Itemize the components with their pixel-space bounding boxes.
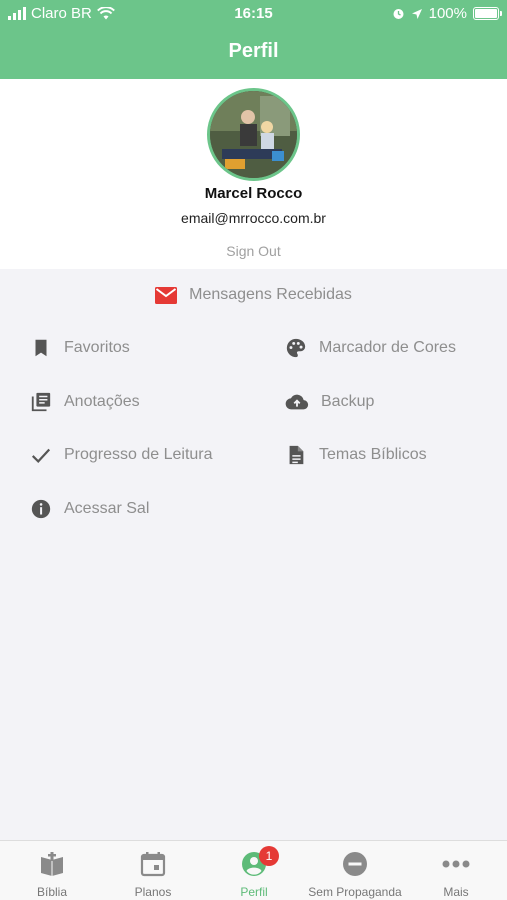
battery-percent: 100%	[428, 5, 467, 22]
tab-sem-propaganda-label: Sem Propaganda	[308, 885, 402, 899]
notification-badge: 1	[259, 846, 279, 866]
color-marker-button[interactable]: Marcador de Cores	[285, 336, 456, 360]
check-icon	[31, 448, 51, 464]
backup-label: Backup	[321, 393, 375, 410]
color-marker-label: Marcador de Cores	[319, 339, 456, 356]
access-sal-button[interactable]: Acessar Sal	[30, 497, 149, 521]
tab-perfil-label: Perfil	[240, 885, 268, 899]
backup-button[interactable]: Backup	[285, 390, 374, 414]
reading-progress-button[interactable]: Progresso de Leitura	[30, 443, 213, 467]
more-icon	[442, 860, 470, 868]
bookmark-icon	[35, 339, 47, 357]
cloud-upload-icon	[285, 394, 309, 410]
tab-mais[interactable]: Mais	[406, 841, 506, 900]
calendar-icon	[140, 852, 166, 877]
bible-icon	[41, 852, 63, 876]
avatar[interactable]	[207, 88, 300, 181]
tab-planos[interactable]: Planos	[103, 841, 203, 900]
tab-biblia[interactable]: Bíblia	[2, 841, 102, 900]
palette-icon	[286, 338, 306, 358]
tab-bar: Bíblia Planos 1 Perfil Sem Propaganda Ma…	[0, 840, 507, 900]
page-title: Perfil	[228, 40, 279, 62]
profile-name: Marcel Rocco	[204, 185, 303, 202]
biblical-themes-button[interactable]: Temas Bíblicos	[285, 443, 427, 467]
notes-button[interactable]: Anotações	[30, 390, 140, 414]
status-bar: Claro BR 16:15 100%	[0, 0, 507, 26]
tab-biblia-label: Bíblia	[36, 885, 68, 899]
sign-out-button[interactable]: Sign Out	[0, 243, 507, 259]
alarm-icon	[393, 9, 404, 19]
info-icon	[31, 499, 51, 519]
profile-card: Marcel Rocco email@mrrocco.com.br Sign O…	[0, 79, 507, 269]
messages-button[interactable]: Mensagens Recebidas	[0, 284, 507, 306]
tab-perfil[interactable]: 1 Perfil	[204, 841, 304, 900]
reading-progress-label: Progresso de Leitura	[64, 446, 213, 463]
mail-icon	[155, 286, 178, 304]
tab-planos-label: Planos	[134, 885, 172, 899]
tab-mais-label: Mais	[443, 885, 469, 899]
tab-sem-propaganda[interactable]: Sem Propaganda	[305, 841, 405, 900]
notes-icon	[31, 392, 51, 412]
favorites-label: Favoritos	[64, 339, 130, 356]
avatar-photo	[210, 91, 297, 178]
notes-label: Anotações	[64, 393, 140, 410]
biblical-themes-label: Temas Bíblicos	[319, 446, 427, 463]
document-icon	[289, 445, 304, 465]
block-icon	[343, 852, 367, 876]
profile-email: email@mrrocco.com.br	[181, 210, 326, 226]
messages-label: Mensagens Recebidas	[189, 286, 352, 303]
battery-icon	[473, 7, 502, 20]
location-icon	[411, 8, 422, 19]
header-bar: Claro BR 16:15 100% Perfil	[0, 0, 507, 79]
access-sal-label: Acessar Sal	[64, 500, 150, 517]
favorites-button[interactable]: Favoritos	[30, 336, 130, 360]
